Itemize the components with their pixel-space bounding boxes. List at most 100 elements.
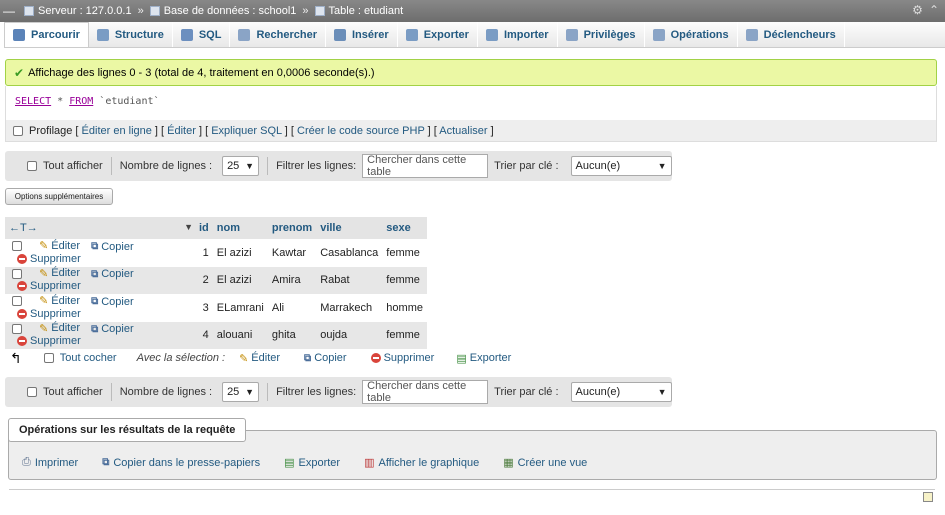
bulk-edit-button[interactable]: ✎ Éditer [239,352,280,365]
breadcrumb-server-link[interactable]: Serveur : 127.0.0.1 [38,5,132,17]
row-edit-button[interactable]: ✎ Éditer [39,294,80,308]
breadcrumb-database[interactable]: Base de données : school1 [149,5,297,17]
check-all-label[interactable]: Tout cocher [60,352,117,364]
row-checkbox[interactable] [12,296,22,307]
show-all-checkbox[interactable] [27,387,37,397]
bulk-delete-button[interactable]: Supprimer [370,352,434,364]
profiling-checkbox[interactable] [13,125,23,136]
row-copy-button[interactable]: ⧉ Copier [91,268,134,280]
column-arrows[interactable]: ←T→ [9,222,38,234]
cell-nom[interactable]: El azizi [212,266,268,294]
cell-id[interactable]: 3 [195,294,213,322]
tab-wrench[interactable]: Opérations [645,22,738,47]
tab-triggers[interactable]: Déclencheurs [738,22,845,47]
cell-prenom[interactable]: Ali [267,294,317,322]
extra-options-button[interactable]: Options supplémentaires [5,188,113,205]
row-delete-button[interactable]: Supprimer [17,308,81,320]
tab-insert[interactable]: Insérer [326,22,398,47]
filter-input[interactable]: Chercher dans cette table [362,154,489,178]
chart-link[interactable]: ▥ Afficher le graphique [364,456,479,470]
column-header-label[interactable]: ville [320,222,341,234]
tab-import[interactable]: Importer [478,22,558,47]
create-view-link[interactable]: ▦ Créer une vue [503,456,587,470]
breadcrumb-server[interactable]: Serveur : 127.0.0.1 [24,5,132,17]
bulk-copy-button[interactable]: ⧉ Copier [304,352,347,364]
console-icon[interactable] [923,492,933,502]
cell-nom[interactable]: ELamrani [212,294,268,322]
row-delete-button[interactable]: Supprimer [17,253,81,265]
breadcrumb-table[interactable]: Table : etudiant [314,5,404,17]
tab-export[interactable]: Exporter [398,22,478,47]
rows-select[interactable]: 25 ▼ [222,156,260,176]
print-link[interactable]: ⎙ Imprimer [22,456,78,469]
column-header-ville[interactable]: ville [316,217,383,239]
cell-prenom[interactable]: Amira [267,266,317,294]
tab-structure[interactable]: Structure [89,22,173,47]
cell-ville[interactable]: Rabat [316,266,383,294]
export-link[interactable]: ▤ Exporter [284,456,340,470]
tab-sql[interactable]: SQL [173,22,231,47]
copy-clipboard-link[interactable]: ⧉ Copier dans le presse-papiers [102,456,260,469]
cell-sexe[interactable]: femme [382,266,427,294]
sql-query-box: SELECT * FROM `etudiant` [5,86,937,120]
cell-id[interactable]: 4 [195,321,213,349]
sql-keyword-from[interactable]: FROM [69,96,93,107]
cell-id[interactable]: 1 [195,239,213,267]
profiling-link[interactable]: Éditer [167,125,196,137]
collapse-icon[interactable]: — [2,4,16,18]
copy-icon: ⧉ [91,241,99,252]
delete-icon [370,353,381,363]
breadcrumb-database-link[interactable]: Base de données : school1 [164,5,297,17]
row-copy-button[interactable]: ⧉ Copier [91,241,134,253]
column-header-label[interactable]: prenom [272,222,312,234]
profiling-link[interactable]: Expliquer SQL [211,125,282,137]
column-header-id[interactable]: id [195,217,213,239]
row-edit-button[interactable]: ✎ Éditer [39,322,80,335]
cell-ville[interactable]: Marrakech [316,294,383,322]
sort-select[interactable]: Aucun(e) ▼ [570,156,672,176]
cell-sexe[interactable]: homme [382,294,427,322]
cell-sexe[interactable]: femme [382,321,427,349]
row-checkbox[interactable] [12,241,22,252]
sort-select[interactable]: Aucun(e) ▼ [570,382,672,402]
tab-search[interactable]: Rechercher [230,22,326,47]
column-header-label[interactable]: sexe [386,222,410,234]
cell-nom[interactable]: El azizi [212,239,268,267]
column-header-label[interactable]: nom [217,222,240,234]
profiling-link[interactable]: Créer le code source PHP [297,125,425,137]
sql-keyword-select[interactable]: SELECT [15,96,51,107]
column-options-icon[interactable]: ▼ [184,222,193,232]
cell-ville[interactable]: oujda [316,321,383,349]
row-delete-button[interactable]: Supprimer [17,335,81,347]
cell-ville[interactable]: Casablanca [316,239,383,267]
structure-icon [96,28,109,41]
row-copy-button[interactable]: ⧉ Copier [91,323,134,335]
show-all-checkbox[interactable] [27,161,37,171]
cell-prenom[interactable]: Kawtar [267,239,317,267]
breadcrumb-table-link[interactable]: Table : etudiant [329,5,404,17]
cell-prenom[interactable]: ghita [267,321,317,349]
filter-input[interactable]: Chercher dans cette table [362,380,489,404]
row-checkbox[interactable] [12,268,22,279]
row-edit-button[interactable]: ✎ Éditer [39,239,80,253]
row-delete-button[interactable]: Supprimer [17,280,81,292]
bulk-export-button[interactable]: ▤ Exporter [456,352,511,365]
rows-select[interactable]: 25 ▼ [222,382,260,402]
cell-nom[interactable]: alouani [212,321,268,349]
collapse-top-icon[interactable]: ⌃ [929,3,939,17]
column-header-label[interactable]: id [199,222,209,234]
tab-privileges[interactable]: Privilèges [558,22,645,47]
row-checkbox[interactable] [12,323,22,334]
profiling-link[interactable]: Actualiser [439,125,487,137]
row-edit-button[interactable]: ✎ Éditer [39,267,80,280]
column-header-nom[interactable]: nom [212,217,268,239]
profiling-link[interactable]: Éditer en ligne [82,125,152,137]
cell-id[interactable]: 2 [195,266,213,294]
column-header-prenom[interactable]: prenom [267,217,317,239]
cell-sexe[interactable]: femme [382,239,427,267]
check-all-checkbox[interactable] [43,353,54,363]
row-copy-button[interactable]: ⧉ Copier [91,296,134,308]
tab-browse[interactable]: Parcourir [4,22,89,47]
settings-icon[interactable]: ⚙ [912,3,923,17]
column-header-sexe[interactable]: sexe [382,217,427,239]
